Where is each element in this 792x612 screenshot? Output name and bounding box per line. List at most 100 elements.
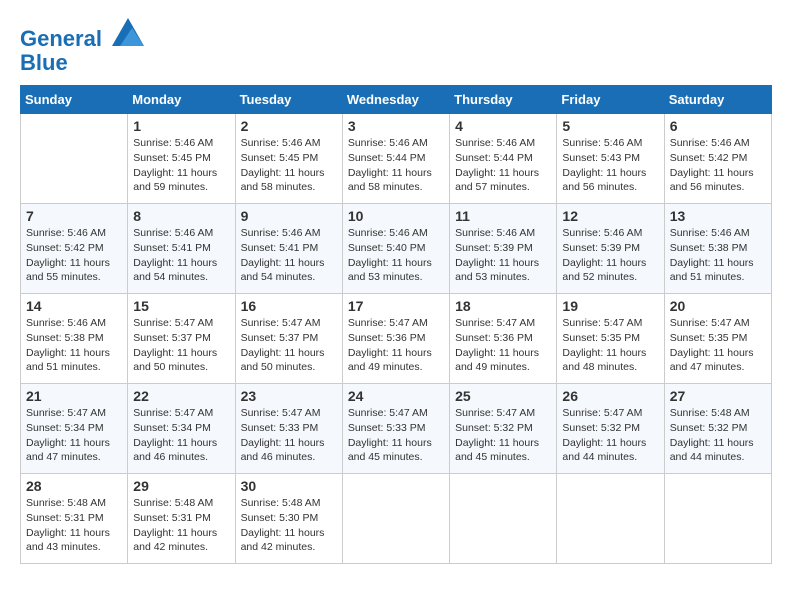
day-cell: 28 Sunrise: 5:48 AM Sunset: 5:31 PM Dayli… <box>21 474 128 564</box>
day-info: Sunrise: 5:48 AM Sunset: 5:32 PM Dayligh… <box>670 406 766 465</box>
day-cell: 19 Sunrise: 5:47 AM Sunset: 5:35 PM Dayli… <box>557 294 664 384</box>
logo-icon <box>112 18 144 46</box>
day-number: 7 <box>26 208 122 224</box>
day-cell: 5 Sunrise: 5:46 AM Sunset: 5:43 PM Daylig… <box>557 114 664 204</box>
day-cell: 30 Sunrise: 5:48 AM Sunset: 5:30 PM Dayli… <box>235 474 342 564</box>
day-info: Sunrise: 5:47 AM Sunset: 5:35 PM Dayligh… <box>670 316 766 375</box>
day-info: Sunrise: 5:47 AM Sunset: 5:32 PM Dayligh… <box>455 406 551 465</box>
day-info: Sunrise: 5:46 AM Sunset: 5:41 PM Dayligh… <box>133 226 229 285</box>
weekday-header-wednesday: Wednesday <box>342 86 449 114</box>
day-cell: 12 Sunrise: 5:46 AM Sunset: 5:39 PM Dayli… <box>557 204 664 294</box>
day-cell <box>342 474 449 564</box>
day-number: 2 <box>241 118 337 134</box>
day-info: Sunrise: 5:46 AM Sunset: 5:44 PM Dayligh… <box>348 136 444 195</box>
day-number: 9 <box>241 208 337 224</box>
day-number: 23 <box>241 388 337 404</box>
day-number: 29 <box>133 478 229 494</box>
day-number: 22 <box>133 388 229 404</box>
day-cell: 9 Sunrise: 5:46 AM Sunset: 5:41 PM Daylig… <box>235 204 342 294</box>
day-info: Sunrise: 5:47 AM Sunset: 5:33 PM Dayligh… <box>241 406 337 465</box>
day-cell: 18Sunrise: 5:47 AM Sunset: 5:36 PM Dayli… <box>450 294 557 384</box>
day-cell: 25 Sunrise: 5:47 AM Sunset: 5:32 PM Dayli… <box>450 384 557 474</box>
day-number: 24 <box>348 388 444 404</box>
day-info: Sunrise: 5:47 AM Sunset: 5:33 PM Dayligh… <box>348 406 444 465</box>
day-info: Sunrise: 5:47 AM Sunset: 5:37 PM Dayligh… <box>241 316 337 375</box>
day-cell: 6Sunrise: 5:46 AM Sunset: 5:42 PM Daylig… <box>664 114 771 204</box>
day-cell <box>450 474 557 564</box>
day-cell: 15 Sunrise: 5:47 AM Sunset: 5:37 PM Dayli… <box>128 294 235 384</box>
day-info: Sunrise: 5:47 AM Sunset: 5:32 PM Dayligh… <box>562 406 658 465</box>
week-row-5: 28 Sunrise: 5:48 AM Sunset: 5:31 PM Dayli… <box>21 474 772 564</box>
day-info: Sunrise: 5:46 AM Sunset: 5:41 PM Dayligh… <box>241 226 337 285</box>
day-cell: 17Sunrise: 5:47 AM Sunset: 5:36 PM Dayli… <box>342 294 449 384</box>
day-cell: 26 Sunrise: 5:47 AM Sunset: 5:32 PM Dayli… <box>557 384 664 474</box>
day-cell: 13 Sunrise: 5:46 AM Sunset: 5:38 PM Dayli… <box>664 204 771 294</box>
day-cell: 4 Sunrise: 5:46 AM Sunset: 5:44 PM Daylig… <box>450 114 557 204</box>
day-cell: 22 Sunrise: 5:47 AM Sunset: 5:34 PM Dayli… <box>128 384 235 474</box>
day-info: Sunrise: 5:46 AM Sunset: 5:39 PM Dayligh… <box>455 226 551 285</box>
logo-blue: Blue <box>20 51 144 75</box>
day-cell: 1Sunrise: 5:46 AM Sunset: 5:45 PM Daylig… <box>128 114 235 204</box>
day-number: 26 <box>562 388 658 404</box>
day-number: 8 <box>133 208 229 224</box>
day-number: 27 <box>670 388 766 404</box>
day-number: 4 <box>455 118 551 134</box>
day-info: Sunrise: 5:46 AM Sunset: 5:38 PM Dayligh… <box>26 316 122 375</box>
day-number: 21 <box>26 388 122 404</box>
weekday-header-row: SundayMondayTuesdayWednesdayThursdayFrid… <box>21 86 772 114</box>
weekday-header-sunday: Sunday <box>21 86 128 114</box>
day-number: 11 <box>455 208 551 224</box>
day-cell: 11 Sunrise: 5:46 AM Sunset: 5:39 PM Dayli… <box>450 204 557 294</box>
day-number: 13 <box>670 208 766 224</box>
day-info: Sunrise: 5:48 AM Sunset: 5:31 PM Dayligh… <box>133 496 229 555</box>
day-cell: 3 Sunrise: 5:46 AM Sunset: 5:44 PM Daylig… <box>342 114 449 204</box>
day-info: Sunrise: 5:46 AM Sunset: 5:42 PM Dayligh… <box>26 226 122 285</box>
day-number: 3 <box>348 118 444 134</box>
day-number: 1 <box>133 118 229 134</box>
day-cell: 24 Sunrise: 5:47 AM Sunset: 5:33 PM Dayli… <box>342 384 449 474</box>
day-number: 15 <box>133 298 229 314</box>
day-info: Sunrise: 5:48 AM Sunset: 5:30 PM Dayligh… <box>241 496 337 555</box>
day-info: Sunrise: 5:47 AM Sunset: 5:34 PM Dayligh… <box>133 406 229 465</box>
weekday-header-friday: Friday <box>557 86 664 114</box>
day-number: 30 <box>241 478 337 494</box>
logo-general: General <box>20 26 102 51</box>
day-cell <box>557 474 664 564</box>
day-info: Sunrise: 5:47 AM Sunset: 5:36 PM Dayligh… <box>455 316 551 375</box>
day-info: Sunrise: 5:46 AM Sunset: 5:43 PM Dayligh… <box>562 136 658 195</box>
logo-text: General <box>20 20 144 51</box>
day-number: 16 <box>241 298 337 314</box>
week-row-3: 14 Sunrise: 5:46 AM Sunset: 5:38 PM Dayli… <box>21 294 772 384</box>
day-info: Sunrise: 5:46 AM Sunset: 5:38 PM Dayligh… <box>670 226 766 285</box>
day-info: Sunrise: 5:46 AM Sunset: 5:40 PM Dayligh… <box>348 226 444 285</box>
day-info: Sunrise: 5:47 AM Sunset: 5:34 PM Dayligh… <box>26 406 122 465</box>
day-number: 5 <box>562 118 658 134</box>
day-cell: 29 Sunrise: 5:48 AM Sunset: 5:31 PM Dayli… <box>128 474 235 564</box>
day-info: Sunrise: 5:46 AM Sunset: 5:39 PM Dayligh… <box>562 226 658 285</box>
day-number: 28 <box>26 478 122 494</box>
day-cell: 21 Sunrise: 5:47 AM Sunset: 5:34 PM Dayli… <box>21 384 128 474</box>
day-cell: 10 Sunrise: 5:46 AM Sunset: 5:40 PM Dayli… <box>342 204 449 294</box>
day-number: 12 <box>562 208 658 224</box>
day-cell: 2 Sunrise: 5:46 AM Sunset: 5:45 PM Daylig… <box>235 114 342 204</box>
day-cell: 14 Sunrise: 5:46 AM Sunset: 5:38 PM Dayli… <box>21 294 128 384</box>
day-info: Sunrise: 5:47 AM Sunset: 5:37 PM Dayligh… <box>133 316 229 375</box>
day-info: Sunrise: 5:46 AM Sunset: 5:45 PM Dayligh… <box>241 136 337 195</box>
day-cell: 7 Sunrise: 5:46 AM Sunset: 5:42 PM Daylig… <box>21 204 128 294</box>
day-info: Sunrise: 5:46 AM Sunset: 5:44 PM Dayligh… <box>455 136 551 195</box>
week-row-4: 21 Sunrise: 5:47 AM Sunset: 5:34 PM Dayli… <box>21 384 772 474</box>
day-info: Sunrise: 5:48 AM Sunset: 5:31 PM Dayligh… <box>26 496 122 555</box>
day-number: 19 <box>562 298 658 314</box>
day-cell: 16 Sunrise: 5:47 AM Sunset: 5:37 PM Dayli… <box>235 294 342 384</box>
day-number: 17 <box>348 298 444 314</box>
week-row-2: 7 Sunrise: 5:46 AM Sunset: 5:42 PM Daylig… <box>21 204 772 294</box>
day-cell: 8 Sunrise: 5:46 AM Sunset: 5:41 PM Daylig… <box>128 204 235 294</box>
calendar-table: SundayMondayTuesdayWednesdayThursdayFrid… <box>20 85 772 564</box>
day-info: Sunrise: 5:47 AM Sunset: 5:35 PM Dayligh… <box>562 316 658 375</box>
weekday-header-monday: Monday <box>128 86 235 114</box>
day-number: 10 <box>348 208 444 224</box>
day-number: 25 <box>455 388 551 404</box>
day-number: 14 <box>26 298 122 314</box>
day-cell: 23 Sunrise: 5:47 AM Sunset: 5:33 PM Dayli… <box>235 384 342 474</box>
week-row-1: 1 Sunrise: 5:46 AM Sunset: 5:45 PM Daylig… <box>21 114 772 204</box>
